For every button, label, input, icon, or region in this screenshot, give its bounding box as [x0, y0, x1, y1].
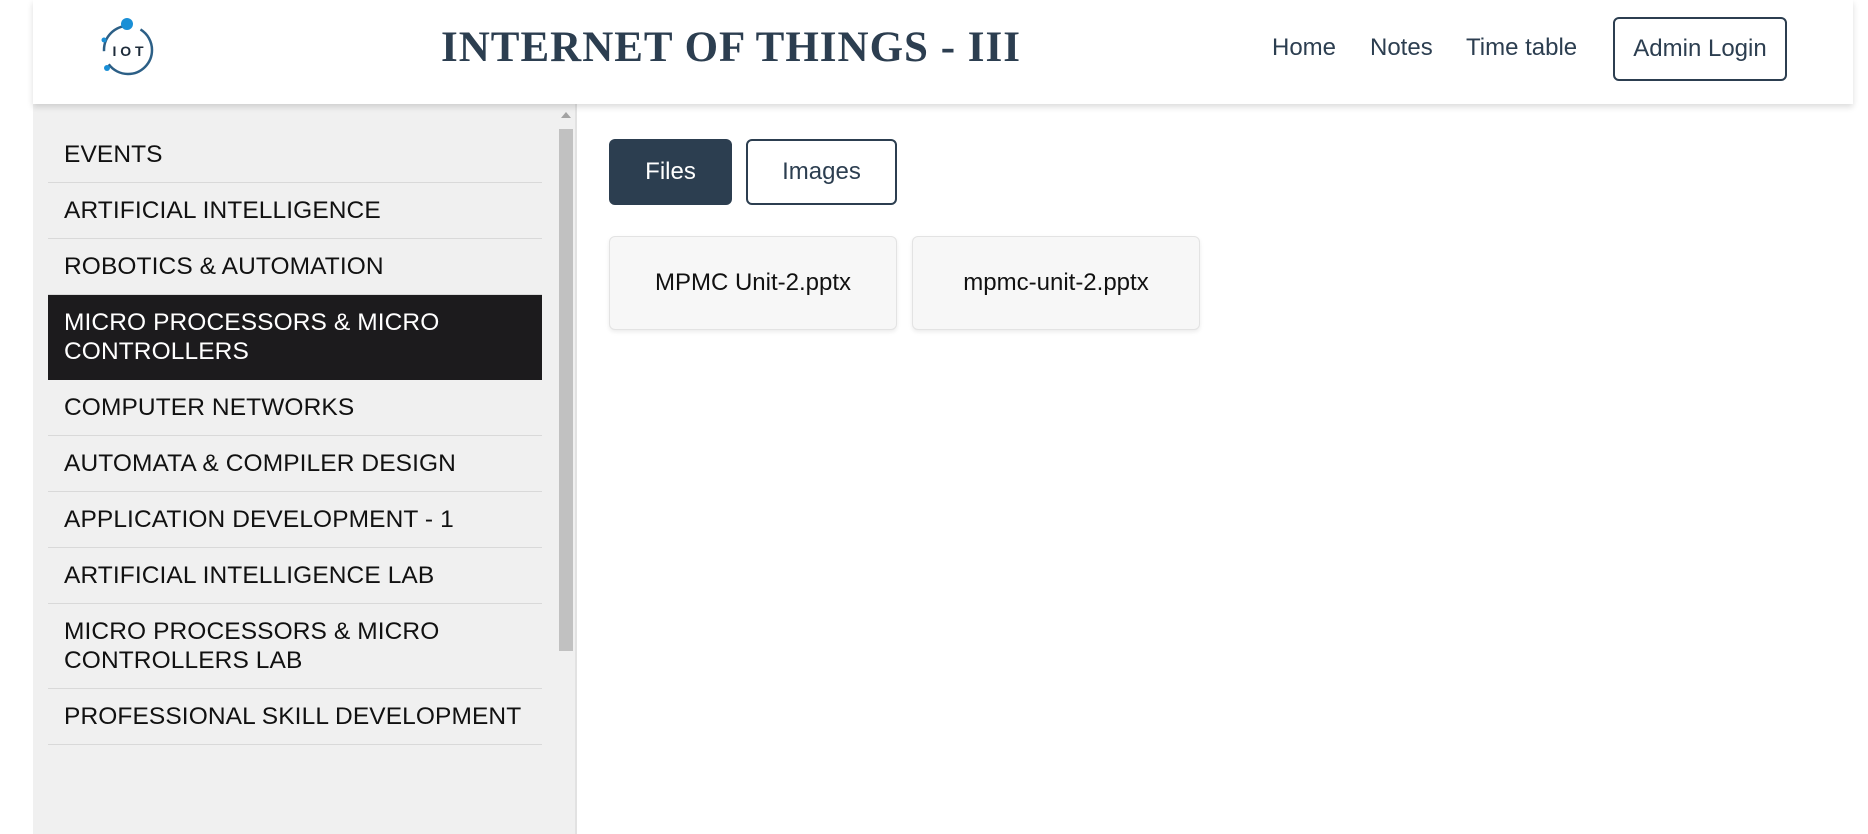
sidebar-item-artificial-intelligence[interactable]: ARTIFICIAL INTELLIGENCE [48, 183, 542, 239]
scroll-up-arrow-icon[interactable] [561, 112, 571, 118]
svg-text:I O T: I O T [112, 43, 144, 59]
iot-logo-icon[interactable]: I O T [88, 16, 168, 80]
file-card[interactable]: MPMC Unit-2.pptx [609, 236, 897, 330]
sidebar-item-automata-compiler-design[interactable]: AUTOMATA & COMPILER DESIGN [48, 436, 542, 492]
sidebar-item-events[interactable]: EVENTS [48, 127, 542, 183]
nav-home-link[interactable]: Home [1272, 34, 1336, 62]
sidebar-item-ai-lab[interactable]: ARTIFICIAL INTELLIGENCE LAB [48, 548, 542, 604]
top-navbar: I O T INTERNET OF THINGS - III Home Note… [33, 0, 1853, 104]
scrollbar-thumb[interactable] [559, 129, 573, 651]
tab-images[interactable]: Images [746, 139, 897, 205]
subject-menu: EVENTS ARTIFICIAL INTELLIGENCE ROBOTICS … [48, 127, 542, 745]
sidebar-item-robotics-automation[interactable]: ROBOTICS & AUTOMATION [48, 239, 542, 295]
sidebar-scrollbar[interactable] [557, 104, 575, 834]
sidebar-item-professional-skill-development[interactable]: PROFESSIONAL SKILL DEVELOPMENT [48, 689, 542, 745]
sidebar-item-micro-processors[interactable]: MICRO PROCESSORS & MICRO CONTROLLERS [48, 295, 542, 380]
sidebar-item-micro-processors-lab[interactable]: MICRO PROCESSORS & MICRO CONTROLLERS LAB [48, 604, 542, 689]
tab-files[interactable]: Files [609, 139, 732, 205]
sidebar-item-computer-networks[interactable]: COMPUTER NETWORKS [48, 380, 542, 436]
page: I O T INTERNET OF THINGS - III Home Note… [0, 0, 1868, 834]
nav-timetable-link[interactable]: Time table [1466, 34, 1577, 62]
file-card[interactable]: mpmc-unit-2.pptx [912, 236, 1200, 330]
page-title: INTERNET OF THINGS - III [441, 24, 1021, 71]
admin-login-button[interactable]: Admin Login [1613, 17, 1787, 81]
nav-notes-link[interactable]: Notes [1370, 34, 1433, 62]
sidebar-item-application-development[interactable]: APPLICATION DEVELOPMENT - 1 [48, 492, 542, 548]
sidebar: EVENTS ARTIFICIAL INTELLIGENCE ROBOTICS … [33, 104, 577, 834]
